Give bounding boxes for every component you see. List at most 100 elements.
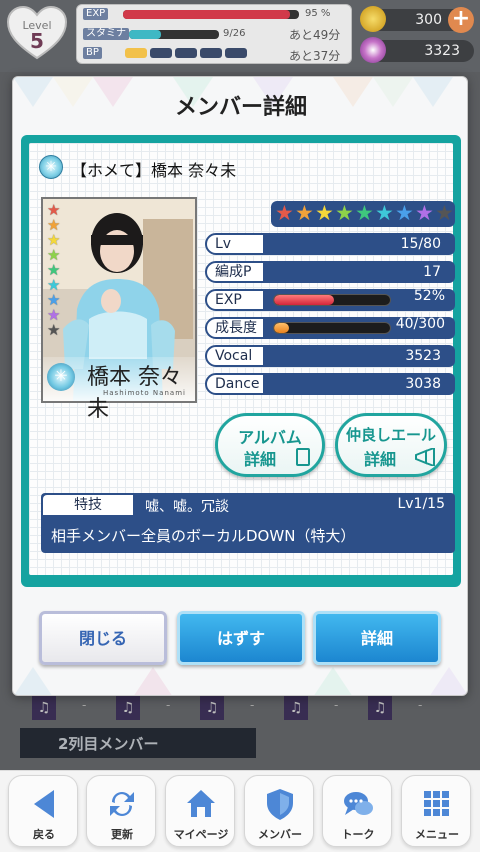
- level-badge[interactable]: Level 5: [6, 4, 68, 62]
- growth-gauge-fill: [274, 323, 290, 333]
- nav-mypage-label: マイページ: [173, 828, 229, 841]
- stamina-bar-fill: [129, 30, 161, 39]
- stat-dance-value: 3038: [265, 373, 455, 395]
- nav-back-label: 戻る: [33, 828, 55, 841]
- nav-talk-button[interactable]: トーク: [322, 775, 392, 847]
- rarity-star-icon: ★: [315, 201, 334, 225]
- bp-gauge: [125, 48, 250, 61]
- stat-vocal-value: 3523: [265, 345, 455, 367]
- bp-row: BP あと37分: [83, 47, 347, 63]
- stat-dance-label: Dance: [205, 373, 265, 395]
- rarity-star-icon: ★: [295, 201, 314, 225]
- growth-gauge: [273, 322, 391, 334]
- rarity-star-icon: ★: [395, 201, 414, 225]
- stat-formation: 編成P 17: [205, 261, 455, 283]
- member-card-panel: ✳ 【ホメて】橋本 奈々未 ★ ★ ★ ★ ★ ★ ★ ★ ★ ✳ 橋本 奈々未…: [21, 135, 461, 587]
- status-bar: Level 5 EXP 95 % スタミナ 9/26 あと49分 BP あと37…: [0, 0, 480, 72]
- exp-gauge: [273, 294, 391, 306]
- stamina-row: スタミナ 9/26 あと49分: [83, 28, 347, 42]
- nav-member-button[interactable]: メンバー: [244, 775, 314, 847]
- coin-value: 300: [415, 12, 442, 28]
- rarity-star-icon: ★: [275, 201, 294, 225]
- home-icon: [187, 790, 215, 817]
- album-detail-line2: 詳細: [244, 450, 277, 469]
- detail-button[interactable]: 詳細: [313, 611, 441, 665]
- rarity-star-icon: ★: [435, 201, 454, 225]
- rarity-star-icon: ★: [415, 201, 434, 225]
- remove-button[interactable]: はずす: [177, 611, 305, 665]
- member-detail-dialog: メンバー詳細 ✳ 【ホメて】橋本 奈々未 ★ ★ ★ ★ ★ ★ ★ ★ ★ ✳…: [12, 76, 468, 696]
- album-detail-button[interactable]: アルバム 詳細: [215, 413, 325, 477]
- member-card-inner: ✳ 【ホメて】橋本 奈々未 ★ ★ ★ ★ ★ ★ ★ ★ ★ ✳ 橋本 奈々未…: [29, 143, 455, 575]
- card-nameplate: ✳ 橋本 奈々未 Hashimoto Nanami: [43, 357, 195, 422]
- stat-exp: EXP 52%: [205, 288, 455, 311]
- stat-growth-value: 40/300: [395, 316, 445, 332]
- stat-formation-value: 17: [265, 261, 455, 283]
- member-name: 【ホメて】橋本 奈々未: [71, 161, 237, 180]
- member-card-image[interactable]: ★ ★ ★ ★ ★ ★ ★ ★ ★ ✳ 橋本 奈々未 Hashimoto Nanami: [41, 197, 197, 422]
- card-name-romaji: Hashimoto Nanami: [103, 389, 186, 397]
- dialog-title: メンバー詳細: [174, 95, 307, 120]
- card-star-icon: ★: [47, 321, 61, 339]
- add-coins-button[interactable]: +: [448, 7, 474, 33]
- nav-menu-button[interactable]: メニュー: [401, 775, 471, 847]
- bp-label: BP: [83, 47, 102, 59]
- chat-bubble-icon: [344, 792, 373, 815]
- bp-pip: [200, 48, 222, 58]
- nav-back-button[interactable]: 戻る: [8, 775, 78, 847]
- exp-percent: 95 %: [305, 8, 331, 19]
- stat-vocal: Vocal 3523: [205, 345, 455, 367]
- nav-talk-label: トーク: [341, 828, 375, 841]
- stat-lv: Lv 15/80: [205, 233, 455, 255]
- phone-icon: [296, 448, 310, 466]
- card-rarity-stars: ★ ★ ★ ★ ★ ★ ★ ★ ★: [47, 203, 65, 338]
- gem-counter: 3323: [360, 37, 474, 63]
- exp-row: EXP 95 %: [83, 8, 347, 22]
- bp-pip: [150, 48, 172, 58]
- stat-exp-value: 52%: [413, 288, 445, 304]
- stat-vocal-label: Vocal: [205, 345, 265, 367]
- megaphone-icon: [415, 448, 435, 466]
- album-detail-line1: アルバム: [238, 428, 302, 447]
- rarity-star-icon: ★: [355, 201, 374, 225]
- cheer-detail-line1: 仲良しエール: [345, 426, 436, 444]
- stat-exp-label: EXP: [205, 289, 265, 311]
- rarity-star-icon: ★: [335, 201, 354, 225]
- rarity-star-bar: ★ ★ ★ ★ ★ ★ ★ ★ ★: [271, 201, 455, 227]
- skill-description: 相手メンバー全員のボーカルDOWN（特大）: [51, 527, 356, 545]
- nav-menu-label: メニュー: [415, 828, 459, 841]
- nav-refresh-button[interactable]: 更新: [86, 775, 156, 847]
- exp-gauge-fill: [274, 295, 335, 305]
- cheer-detail-button[interactable]: 仲良しエール 詳細: [335, 413, 447, 477]
- nav-refresh-label: 更新: [111, 828, 133, 841]
- player-stats-panel: EXP 95 % スタミナ 9/26 あと49分 BP あと37分: [76, 4, 352, 64]
- stat-formation-label: 編成P: [205, 261, 265, 283]
- shield-icon: [267, 789, 293, 820]
- cool-attribute-icon: ✳: [39, 155, 63, 179]
- skill-label: 特技: [43, 495, 133, 515]
- stat-growth: 成長度 40/300: [205, 316, 455, 339]
- coin-counter: 300 +: [360, 6, 474, 33]
- stat-growth-label: 成長度: [205, 317, 265, 339]
- stamina-recover-time: あと49分: [289, 28, 341, 42]
- cool-attribute-icon: ✳: [47, 363, 75, 391]
- exp-bar: [123, 10, 299, 19]
- nav-mypage-button[interactable]: マイページ: [165, 775, 235, 847]
- close-button[interactable]: 閉じる: [39, 611, 167, 665]
- refresh-icon: [110, 792, 134, 816]
- cheer-detail-line2: 詳細: [364, 450, 397, 469]
- rarity-star-icon: ★: [375, 201, 394, 225]
- coin-icon: [360, 6, 386, 32]
- skill-level: Lv1/15: [397, 496, 445, 512]
- bp-pip: [175, 48, 197, 58]
- level-value: 5: [30, 29, 44, 53]
- gem-value: 3323: [424, 43, 460, 59]
- grid-menu-icon: [424, 791, 449, 816]
- skill-name: 嘘、嘘。冗談: [145, 499, 229, 515]
- bp-recover-time: あと37分: [289, 49, 341, 63]
- skill-box: 特技 嘘、嘘。冗談 Lv1/15 相手メンバー全員のボーカルDOWN（特大）: [41, 493, 455, 553]
- stat-growth-bar: 40/300: [265, 316, 455, 339]
- bp-pip: [225, 48, 247, 58]
- exp-label: EXP: [83, 8, 109, 20]
- stamina-value: 9/26: [223, 28, 246, 39]
